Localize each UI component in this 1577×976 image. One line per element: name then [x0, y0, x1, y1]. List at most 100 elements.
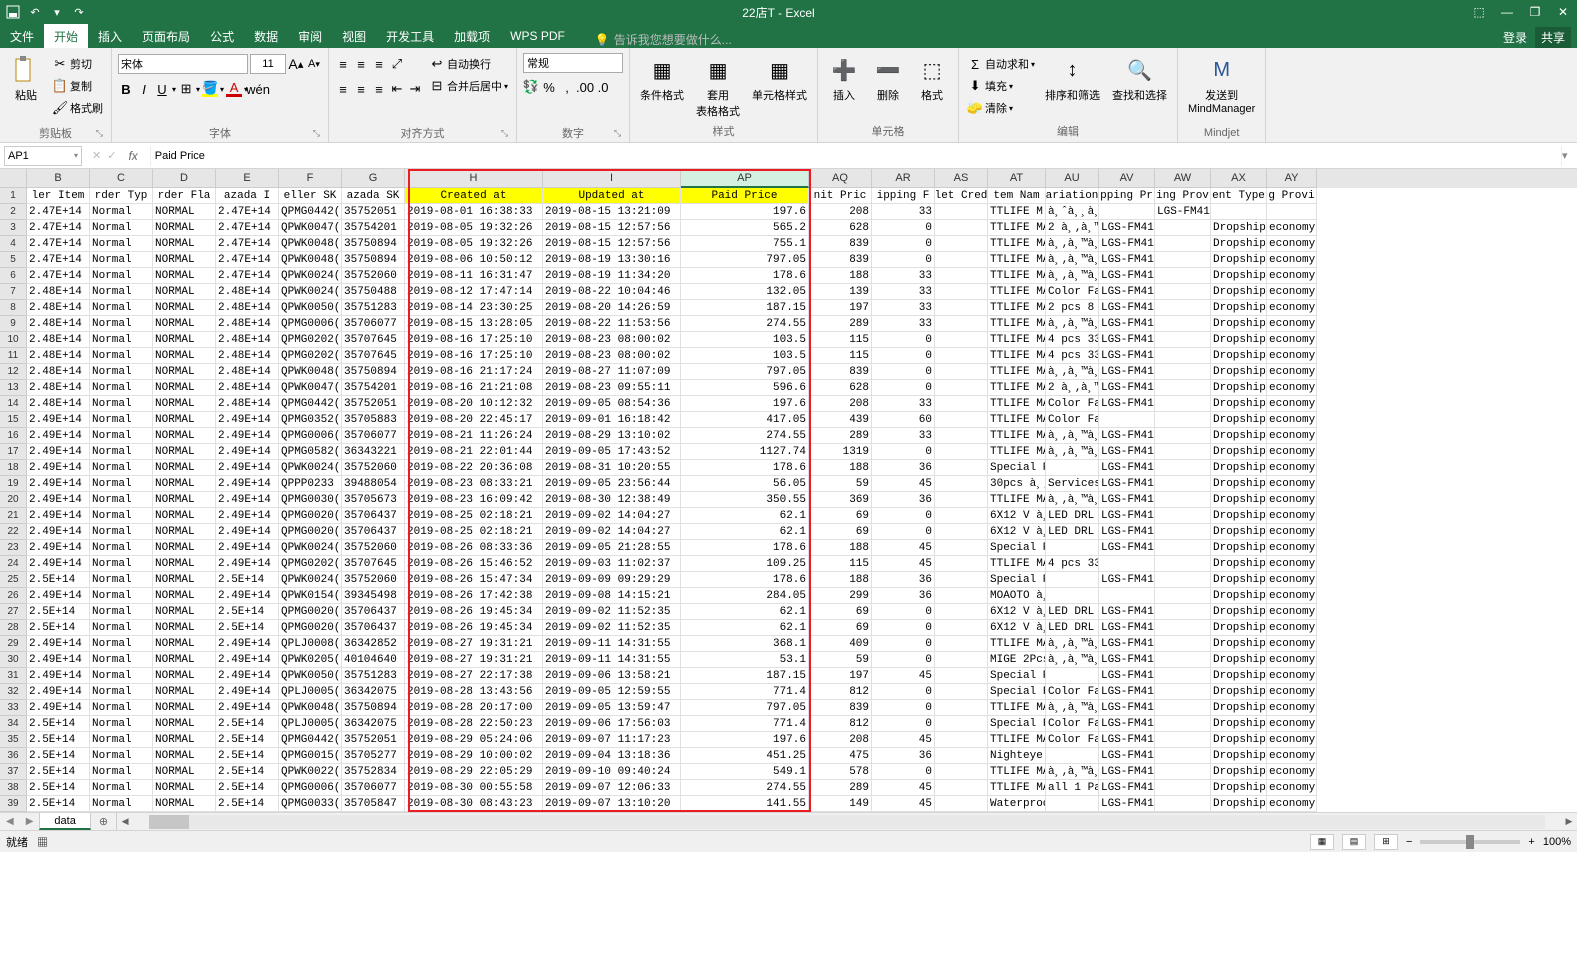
cell[interactable]: QPLJ0005( — [279, 716, 342, 732]
cell[interactable]: LGS-FM41 — [1099, 716, 1155, 732]
cell[interactable]: LGS-FM41 — [1099, 284, 1155, 300]
cell[interactable]: 2019-08-27 19:31:21 — [405, 636, 543, 652]
cell[interactable]: 208 — [809, 732, 872, 748]
fill-color-icon[interactable]: 🪣 — [202, 81, 218, 97]
fill-button[interactable]: ⬇填充▾ — [965, 75, 1037, 97]
cell[interactable] — [1155, 220, 1211, 236]
cell[interactable] — [1155, 492, 1211, 508]
cell[interactable]: Dropshipp — [1211, 716, 1267, 732]
cell[interactable] — [1046, 588, 1099, 604]
cell[interactable]: 812 — [809, 716, 872, 732]
cell[interactable]: 2019-09-06 13:58:21 — [543, 668, 681, 684]
cell[interactable]: economy — [1267, 476, 1317, 492]
cell[interactable]: 2019-08-15 13:21:09 — [543, 204, 681, 220]
cell[interactable]: LGS-FM41 — [1099, 476, 1155, 492]
cell[interactable]: economy — [1267, 300, 1317, 316]
cell[interactable]: NORMAL — [153, 300, 216, 316]
cell[interactable]: 2.5E+14 — [27, 716, 90, 732]
cell[interactable]: Normal — [90, 476, 153, 492]
cell[interactable] — [1155, 556, 1211, 572]
cell[interactable]: 2019-09-06 17:56:03 — [543, 716, 681, 732]
format-painter-button[interactable]: 🖌格式刷 — [50, 97, 105, 119]
cell[interactable]: 59 — [809, 476, 872, 492]
cell[interactable] — [1155, 332, 1211, 348]
cell[interactable]: 2.47E+14 — [216, 252, 279, 268]
cell[interactable] — [1155, 636, 1211, 652]
cell[interactable]: Waterproof Loud Snail Air H — [988, 796, 1046, 812]
decrease-indent-icon[interactable]: ⇤ — [389, 81, 405, 97]
cell[interactable]: NORMAL — [153, 204, 216, 220]
cell[interactable]: LGS-FM41 — [1099, 268, 1155, 284]
cell[interactable]: 35707645 — [342, 348, 405, 364]
cell[interactable]: Dropshipp — [1211, 428, 1267, 444]
cell[interactable]: Normal — [90, 396, 153, 412]
redo-icon[interactable]: ↷ — [70, 3, 88, 21]
cell[interactable]: QPMG0020( — [279, 524, 342, 540]
cell[interactable]: 0 — [872, 716, 935, 732]
cell[interactable] — [935, 444, 988, 460]
cell[interactable]: 45 — [872, 668, 935, 684]
cell[interactable]: 299 — [809, 588, 872, 604]
row-header[interactable]: 7 — [0, 284, 27, 300]
cell[interactable]: 2.49E+14 — [216, 540, 279, 556]
cell[interactable]: TTLIFE MA — [988, 268, 1046, 284]
cell[interactable] — [935, 204, 988, 220]
cell[interactable] — [935, 748, 988, 764]
cell[interactable]: 2019-08-23 08:00:02 — [543, 348, 681, 364]
row-header[interactable]: 30 — [0, 652, 27, 668]
cell[interactable]: 2.49E+14 — [216, 428, 279, 444]
format-cells-button[interactable]: ⬚格式 — [912, 53, 952, 105]
row-header[interactable]: 6 — [0, 268, 27, 284]
cell[interactable] — [1155, 412, 1211, 428]
border-icon[interactable]: ⊞ — [178, 81, 194, 97]
cell[interactable]: 2.5E+14 — [216, 796, 279, 812]
tab-developer[interactable]: 开发工具 — [376, 24, 444, 48]
tab-wpspdf[interactable]: WPS PDF — [500, 24, 575, 48]
cell[interactable]: Special Price TTLIFE MA à¸‚ — [988, 540, 1046, 556]
cell[interactable]: 69 — [809, 508, 872, 524]
cell[interactable]: 2.48E+14 — [216, 348, 279, 364]
cell[interactable]: 2019-09-05 08:54:36 — [543, 396, 681, 412]
cell[interactable] — [1155, 620, 1211, 636]
cell[interactable]: 2019-09-04 13:18:36 — [543, 748, 681, 764]
cell[interactable]: LGS-FM41 — [1099, 764, 1155, 780]
cell[interactable]: economy — [1267, 572, 1317, 588]
cell[interactable]: 2.47E+14 — [27, 252, 90, 268]
select-all-corner[interactable] — [0, 169, 27, 188]
number-format-select[interactable] — [523, 53, 623, 73]
cell[interactable] — [1155, 508, 1211, 524]
cell[interactable]: 35751283 — [342, 668, 405, 684]
cell[interactable]: 178.6 — [681, 268, 809, 284]
cell[interactable] — [935, 252, 988, 268]
cell[interactable]: 2019-09-07 12:06:33 — [543, 780, 681, 796]
hscroll-thumb[interactable] — [149, 815, 189, 829]
cell[interactable]: QPMG0020( — [279, 620, 342, 636]
cell[interactable]: 2 pcs 8 MM à¸‚à¸™ — [1046, 300, 1099, 316]
cell[interactable]: TTLIFE MA — [988, 284, 1046, 300]
cell[interactable]: 439 — [809, 412, 872, 428]
cell[interactable]: Dropshipp — [1211, 236, 1267, 252]
cell[interactable]: QPMG0020( — [279, 508, 342, 524]
cell[interactable]: TTLIFE M — [988, 204, 1046, 220]
cell[interactable]: 2.5E+14 — [27, 732, 90, 748]
cell[interactable]: 188 — [809, 460, 872, 476]
phonetic-icon[interactable]: wén — [250, 81, 266, 97]
cell[interactable]: Color Family:Brow — [1046, 732, 1099, 748]
row-header[interactable]: 17 — [0, 444, 27, 460]
header-cell[interactable]: Updated at — [543, 188, 681, 204]
cell[interactable]: 2.47E+14 — [27, 268, 90, 284]
cell[interactable]: LGS-FM41 — [1099, 668, 1155, 684]
cell[interactable]: 2.49E+14 — [27, 476, 90, 492]
cell[interactable]: 2.5E+14 — [27, 748, 90, 764]
cell[interactable]: TTLIFE MA — [988, 556, 1046, 572]
format-as-table-button[interactable]: ▦套用 表格格式 — [692, 53, 744, 121]
cell[interactable]: MIGE 2Pcs — [988, 652, 1046, 668]
cell[interactable]: Normal — [90, 572, 153, 588]
cell[interactable]: à¸‚à¸™à¸²à¸”à¸«à¸­ — [1046, 444, 1099, 460]
col-header-D[interactable]: D — [153, 169, 216, 188]
cell[interactable]: Dropshipp — [1211, 300, 1267, 316]
cell[interactable]: Nighteye H11 H8 H9 9000LM à¸‚ — [988, 748, 1046, 764]
cell[interactable]: 2019-08-20 10:12:32 — [405, 396, 543, 412]
cell[interactable]: 451.25 — [681, 748, 809, 764]
header-cell[interactable]: azada SK — [342, 188, 405, 204]
